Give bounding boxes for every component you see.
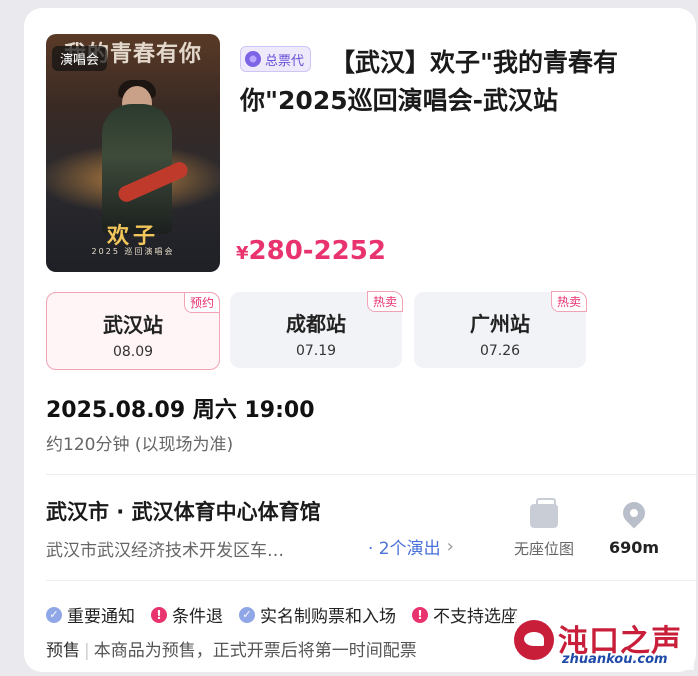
presale-text: 本商品为预售，正式开票后将第一时间配票 [93, 641, 417, 661]
agent-icon [245, 51, 261, 67]
station-tag: 热卖 [550, 291, 587, 312]
chevron-right-icon: › [446, 536, 454, 557]
check-icon: ✓ [46, 606, 62, 623]
check-icon: ✓ [239, 606, 255, 623]
agent-badge: 总票代 [240, 46, 312, 72]
station-tag: 热卖 [366, 291, 403, 312]
watermark-url: zhuankou.com [562, 652, 668, 667]
station-tag: 预约 [183, 292, 220, 313]
watermark: 沌口之声 zhuankou.com [514, 614, 694, 670]
distance-label: 690m [608, 538, 660, 557]
event-datetime: 2025.08.09 周六 19:00 [46, 398, 315, 423]
notice-label: 重要通知 [67, 607, 135, 627]
divider [46, 474, 696, 475]
poster-subtitle: 2025 巡回演唱会 [91, 247, 175, 256]
station-name: 武汉站 [103, 313, 163, 337]
venue-shows-link[interactable]: · 2个演出 › [368, 534, 454, 559]
notice-label: 不支持选座 [433, 607, 518, 627]
seatmap-label: 无座位图 [513, 540, 574, 558]
station-date: 07.19 [295, 343, 337, 359]
agent-badge-label: 总票代 [265, 53, 305, 69]
event-card: 我的青春有你 欢子 2025 巡回演唱会 演唱会 【武汉】欢子"我的青春有你"2… [24, 8, 696, 672]
notice-no-seat-selection[interactable]: ! 不支持选座 [412, 602, 518, 627]
watermark-logo-icon [514, 620, 554, 660]
price-range: ¥280-2252 [236, 236, 386, 266]
location-pin-icon [618, 497, 650, 529]
notice-label: 实名制购票和入场 [260, 607, 396, 627]
notice-label: 条件退 [172, 607, 223, 627]
venue-address[interactable]: 武汉市武汉经济技术开发区车… [46, 536, 346, 561]
venue-shows-label: · 2个演出 [368, 539, 441, 559]
alert-icon: ! [412, 606, 428, 623]
divider [46, 580, 696, 581]
notice-refund[interactable]: ! 条件退 [151, 602, 223, 627]
currency-symbol: ¥ [236, 243, 249, 264]
event-duration: 约120分钟 (以现场为准) [46, 435, 234, 455]
distance-button[interactable]: 690m [604, 497, 664, 557]
alert-icon: ! [151, 606, 167, 623]
station-name: 成都站 [286, 312, 346, 336]
notice-realname[interactable]: ✓ 实名制购票和入场 [239, 602, 396, 627]
station-chengdu[interactable]: 成都站 07.19 热卖 [230, 291, 403, 368]
station-date: 07.26 [479, 343, 521, 359]
venue-name[interactable]: 武汉市 · 武汉体育中心体育馆 [46, 496, 321, 526]
notice-row[interactable]: ✓ 重要通知 ! 条件退 ✓ 实名制购票和入场 ! 不支持选座 [46, 602, 534, 627]
event-poster[interactable]: 我的青春有你 欢子 2025 巡回演唱会 演唱会 [46, 34, 220, 272]
station-wuhan[interactable]: 武汉站 08.09 预约 [46, 292, 220, 370]
notice-important[interactable]: ✓ 重要通知 [46, 602, 135, 627]
station-name: 广州站 [470, 312, 530, 336]
presale-info: 预售 | 本商品为预售，正式开票后将第一时间配票 [46, 636, 417, 661]
seat-icon [530, 498, 558, 528]
station-date: 08.09 [112, 344, 154, 360]
seatmap-button[interactable]: 无座位图 [506, 498, 582, 559]
station-guangzhou[interactable]: 广州站 07.26 热卖 [414, 291, 587, 368]
presale-tag: 预售 [46, 641, 80, 661]
separator: | [84, 641, 90, 661]
category-tag: 演唱会 [52, 46, 108, 71]
price-value: 280-2252 [248, 236, 386, 266]
